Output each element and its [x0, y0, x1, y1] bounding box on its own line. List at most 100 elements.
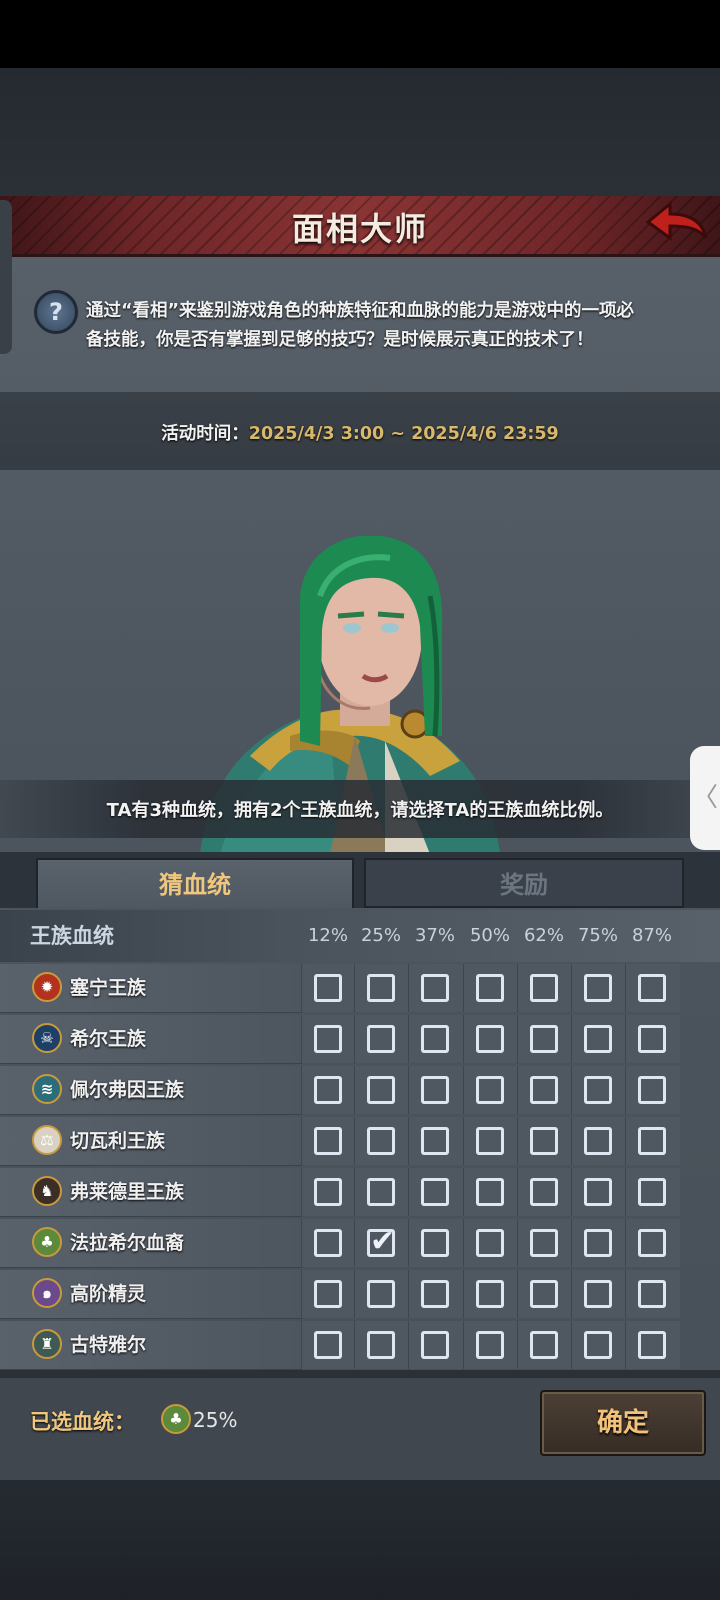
checkbox[interactable]	[530, 1025, 558, 1053]
checkbox[interactable]	[421, 1025, 449, 1053]
checkbox[interactable]	[367, 1331, 395, 1359]
pct-header: 12%	[307, 925, 348, 946]
checkbox[interactable]	[584, 1076, 612, 1104]
checkbox[interactable]	[421, 1229, 449, 1257]
scales-emblem-icon: ⚖	[32, 1125, 62, 1155]
checkbox[interactable]	[638, 1127, 666, 1155]
checkbox[interactable]	[530, 1331, 558, 1359]
checkbox[interactable]	[421, 1331, 449, 1359]
checkbox[interactable]	[530, 1076, 558, 1104]
checkbox[interactable]	[367, 1127, 395, 1155]
side-drawer-handle[interactable]: 〈	[690, 746, 720, 850]
background-lower	[0, 1472, 720, 1600]
checkbox[interactable]	[314, 1280, 342, 1308]
bloodline-name: 法拉希尔血裔	[70, 1232, 185, 1254]
side-drawer-edge[interactable]	[0, 200, 12, 354]
bloodline-name: 弗莱德里王族	[70, 1181, 185, 1203]
checkbox[interactable]	[367, 974, 395, 1002]
selected-label: 已选血统：	[30, 1410, 135, 1434]
checkbox[interactable]	[367, 1178, 395, 1206]
page-title: 面相大师	[291, 210, 428, 248]
checkbox[interactable]	[584, 974, 612, 1002]
tree-emblem-icon: ♣	[161, 1404, 191, 1434]
crest-emblem-icon: ♜	[32, 1329, 62, 1359]
checkbox[interactable]	[367, 1025, 395, 1053]
event-time-label: 活动时间：	[161, 424, 249, 444]
checkbox[interactable]	[314, 1025, 342, 1053]
bloodline-name: 高阶精灵	[70, 1283, 147, 1305]
checkbox[interactable]	[421, 1127, 449, 1155]
checkbox[interactable]	[584, 1280, 612, 1308]
pct-header: 50%	[469, 925, 510, 946]
checkbox[interactable]	[638, 974, 666, 1002]
checkbox[interactable]	[638, 1331, 666, 1359]
checkbox[interactable]	[367, 1280, 395, 1308]
checkbox[interactable]	[584, 1025, 612, 1053]
checkbox[interactable]	[530, 974, 558, 1002]
checkbox[interactable]	[476, 1127, 504, 1155]
checkbox[interactable]	[638, 1076, 666, 1104]
checkbox[interactable]	[530, 1229, 558, 1257]
checkbox[interactable]	[314, 1127, 342, 1155]
checkbox[interactable]	[638, 1178, 666, 1206]
checkbox[interactable]	[314, 1076, 342, 1104]
wave-emblem-icon: ≋	[32, 1074, 62, 1104]
event-time-value: 2025/4/3 3:00 ~ 2025/4/6 23:59	[248, 424, 559, 444]
status-bar	[0, 0, 720, 68]
checkbox[interactable]	[421, 1178, 449, 1206]
checkbox[interactable]	[584, 1229, 612, 1257]
pct-header: 37%	[414, 925, 455, 946]
pct-header: 62%	[523, 925, 564, 946]
spiral-emblem-icon: ๑	[32, 1278, 62, 1308]
checkbox[interactable]	[476, 1229, 504, 1257]
tab-guess-bloodline[interactable]: 猜血统	[36, 858, 354, 908]
chevron-left-icon: 〈	[691, 783, 718, 813]
help-icon[interactable]: ?	[34, 290, 78, 334]
checkbox[interactable]	[476, 1280, 504, 1308]
checkbox[interactable]	[421, 974, 449, 1002]
table-row: ♞ 弗莱德里王族	[0, 1166, 720, 1218]
table-row: ✹ 塞宁王族	[0, 962, 720, 1014]
table-row: ≋ 佩尔弗因王族	[0, 1064, 720, 1116]
checkbox[interactable]	[367, 1076, 395, 1104]
bloodline-name: 佩尔弗因王族	[70, 1079, 185, 1101]
bloodline-name: 塞宁王族	[70, 977, 147, 999]
tab-rewards[interactable]: 奖励	[364, 858, 684, 908]
checkbox[interactable]	[421, 1076, 449, 1104]
back-button[interactable]	[644, 196, 712, 254]
checkbox[interactable]	[476, 974, 504, 1002]
checkbox[interactable]	[476, 1076, 504, 1104]
checkbox[interactable]	[530, 1127, 558, 1155]
checkbox[interactable]	[530, 1178, 558, 1206]
checkbox[interactable]	[421, 1280, 449, 1308]
confirm-button[interactable]: 确定	[540, 1390, 706, 1456]
selected-percentage: 25%	[193, 1408, 238, 1432]
table-row: ⚖ 切瓦利王族	[0, 1115, 720, 1167]
checkbox[interactable]	[314, 1229, 342, 1257]
table-row: ♣ 法拉希尔血裔	[0, 1217, 720, 1269]
clue-text: TA有3种血统，拥有2个王族血统，请选择TA的王族血统比例。	[106, 800, 614, 821]
checkbox[interactable]	[476, 1025, 504, 1053]
bloodline-name: 古特雅尔	[70, 1334, 147, 1356]
checkbox[interactable]	[638, 1025, 666, 1053]
checkbox[interactable]	[530, 1280, 558, 1308]
checkbox[interactable]	[314, 974, 342, 1002]
beast-emblem-icon: ♞	[32, 1176, 62, 1206]
checkbox-checked[interactable]	[367, 1224, 395, 1259]
checkbox[interactable]	[314, 1178, 342, 1206]
checkbox[interactable]	[314, 1331, 342, 1359]
table-header: 王族血统 12% 25% 37% 50% 62% 75% 87%	[0, 910, 720, 962]
checkbox[interactable]	[584, 1331, 612, 1359]
checkbox[interactable]	[476, 1331, 504, 1359]
bloodline-table: 王族血统 12% 25% 37% 50% 62% 75% 87% ✹ 塞宁王族 ☠ 希…	[0, 910, 720, 1370]
bloodline-name: 切瓦利王族	[70, 1130, 166, 1152]
checkbox[interactable]	[584, 1127, 612, 1155]
event-time: 活动时间：2025/4/3 3:00 ~ 2025/4/6 23:59	[0, 420, 720, 445]
bloodline-name: 希尔王族	[70, 1028, 147, 1050]
checkbox[interactable]	[584, 1178, 612, 1206]
checkbox[interactable]	[638, 1229, 666, 1257]
table-row: ☠ 希尔王族	[0, 1013, 720, 1065]
checkbox[interactable]	[638, 1280, 666, 1308]
skull-emblem-icon: ☠	[32, 1023, 62, 1053]
checkbox[interactable]	[476, 1178, 504, 1206]
